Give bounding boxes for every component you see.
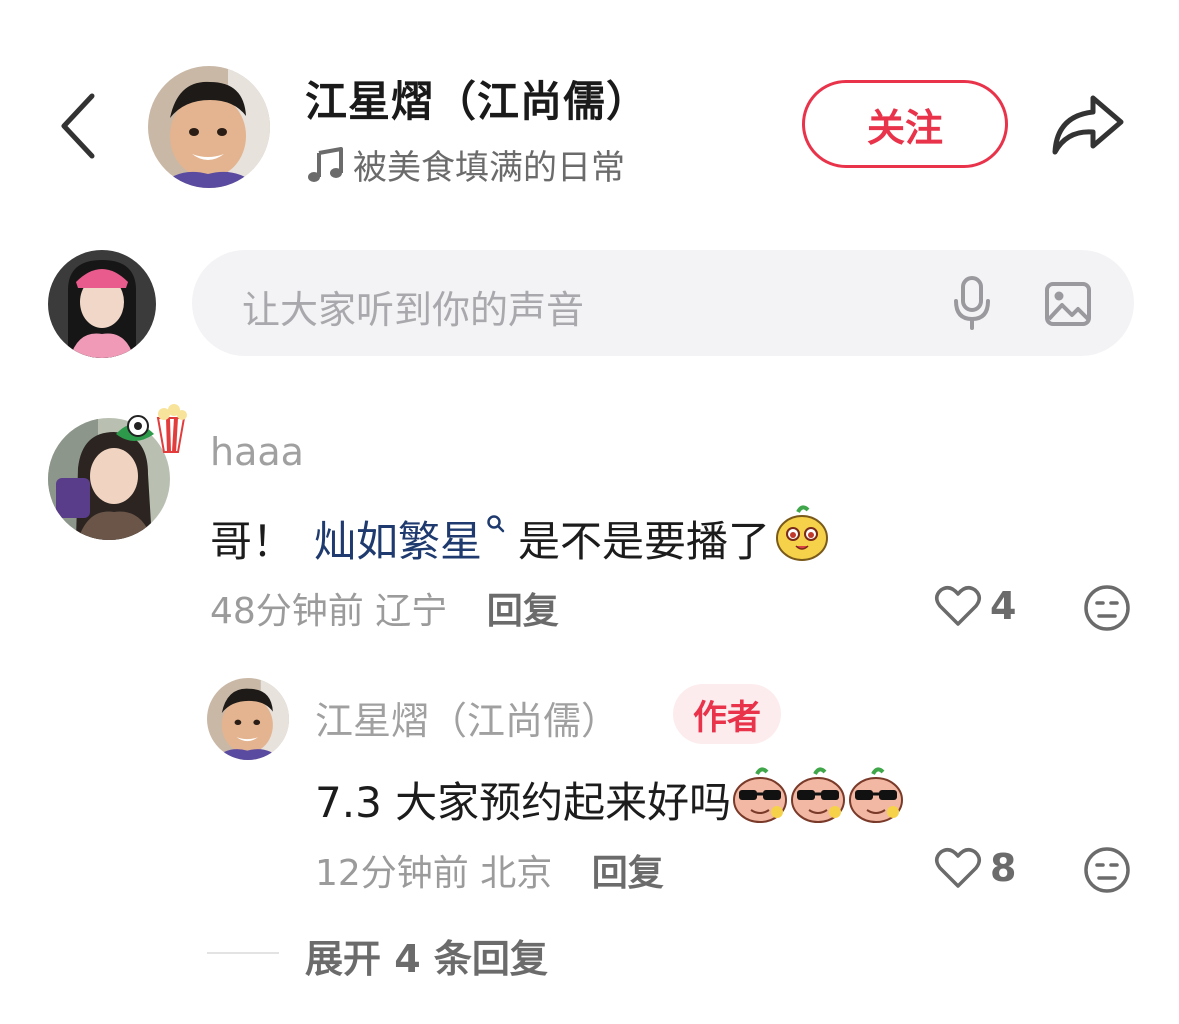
dislike-button[interactable] [1083,846,1131,894]
back-button[interactable] [50,88,106,164]
microphone-icon [954,276,990,330]
comment-input-placeholder[interactable]: 让大家听到你的声音 [242,279,584,334]
like-count: 4 [990,584,1017,628]
comment-time-location: 48分钟前 辽宁 [210,591,448,632]
music-subtitle[interactable]: 被美食填满的日常 [305,140,625,189]
comment-username[interactable]: haaa [210,430,304,474]
like-button[interactable]: 4 [934,584,1016,628]
heart-icon [935,848,981,888]
meh-face-icon [1084,585,1130,631]
share-button[interactable] [1045,88,1129,160]
sunglasses-emoji-icon [731,764,789,834]
image-button[interactable] [1040,278,1096,330]
heart-icon [935,586,981,626]
search-icon[interactable] [486,512,506,540]
reply-meta: 12分钟前 北京 回复 [315,844,664,896]
follow-button[interactable]: 关注 [802,80,1008,168]
expand-replies-button[interactable]: 展开 4 条回复 [305,928,548,983]
reply-text: 7.3 大家预约起来好吗 [315,764,905,834]
popcorn-badge-icon [114,404,188,456]
subtitle-text: 被美食填满的日常 [353,148,625,188]
comment-text-suffix: 是不是要播了 [518,516,771,566]
music-note-icon [308,146,343,182]
meh-face-icon [1084,847,1130,893]
reply-time-location: 12分钟前 北京 [315,853,553,894]
voice-button[interactable] [950,275,994,331]
sunglasses-emoji-icon [847,764,905,834]
reply-button[interactable]: 回复 [487,591,559,632]
image-icon [1045,282,1091,326]
comment-text-prefix: 哥！ [210,516,295,566]
like-button[interactable]: 8 [934,846,1016,890]
mention-link[interactable]: 灿如繁星 [314,508,482,569]
page-title: 江星熠（江尚儒） [305,77,650,126]
like-count: 8 [990,846,1017,890]
cute-face-emoji-icon [774,504,830,572]
comment-meta: 48分钟前 辽宁 回复 [210,582,559,634]
comment-text: 哥！ 灿如繁星 是不是要播了 [210,504,830,572]
reply-button[interactable]: 回复 [592,853,664,894]
author-reply-avatar[interactable] [207,678,289,760]
reply-username[interactable]: 江星熠（江尚儒） [315,690,619,745]
share-arrow-icon [1052,95,1124,155]
expand-divider [207,952,279,954]
author-badge: 作者 [673,684,781,744]
reply-text-content: 7.3 大家预约起来好吗 [315,777,732,827]
sunglasses-emoji-icon [789,764,847,834]
chevron-left-icon [61,93,95,159]
author-avatar[interactable] [148,66,270,188]
dislike-button[interactable] [1083,584,1131,632]
my-avatar [48,250,156,358]
